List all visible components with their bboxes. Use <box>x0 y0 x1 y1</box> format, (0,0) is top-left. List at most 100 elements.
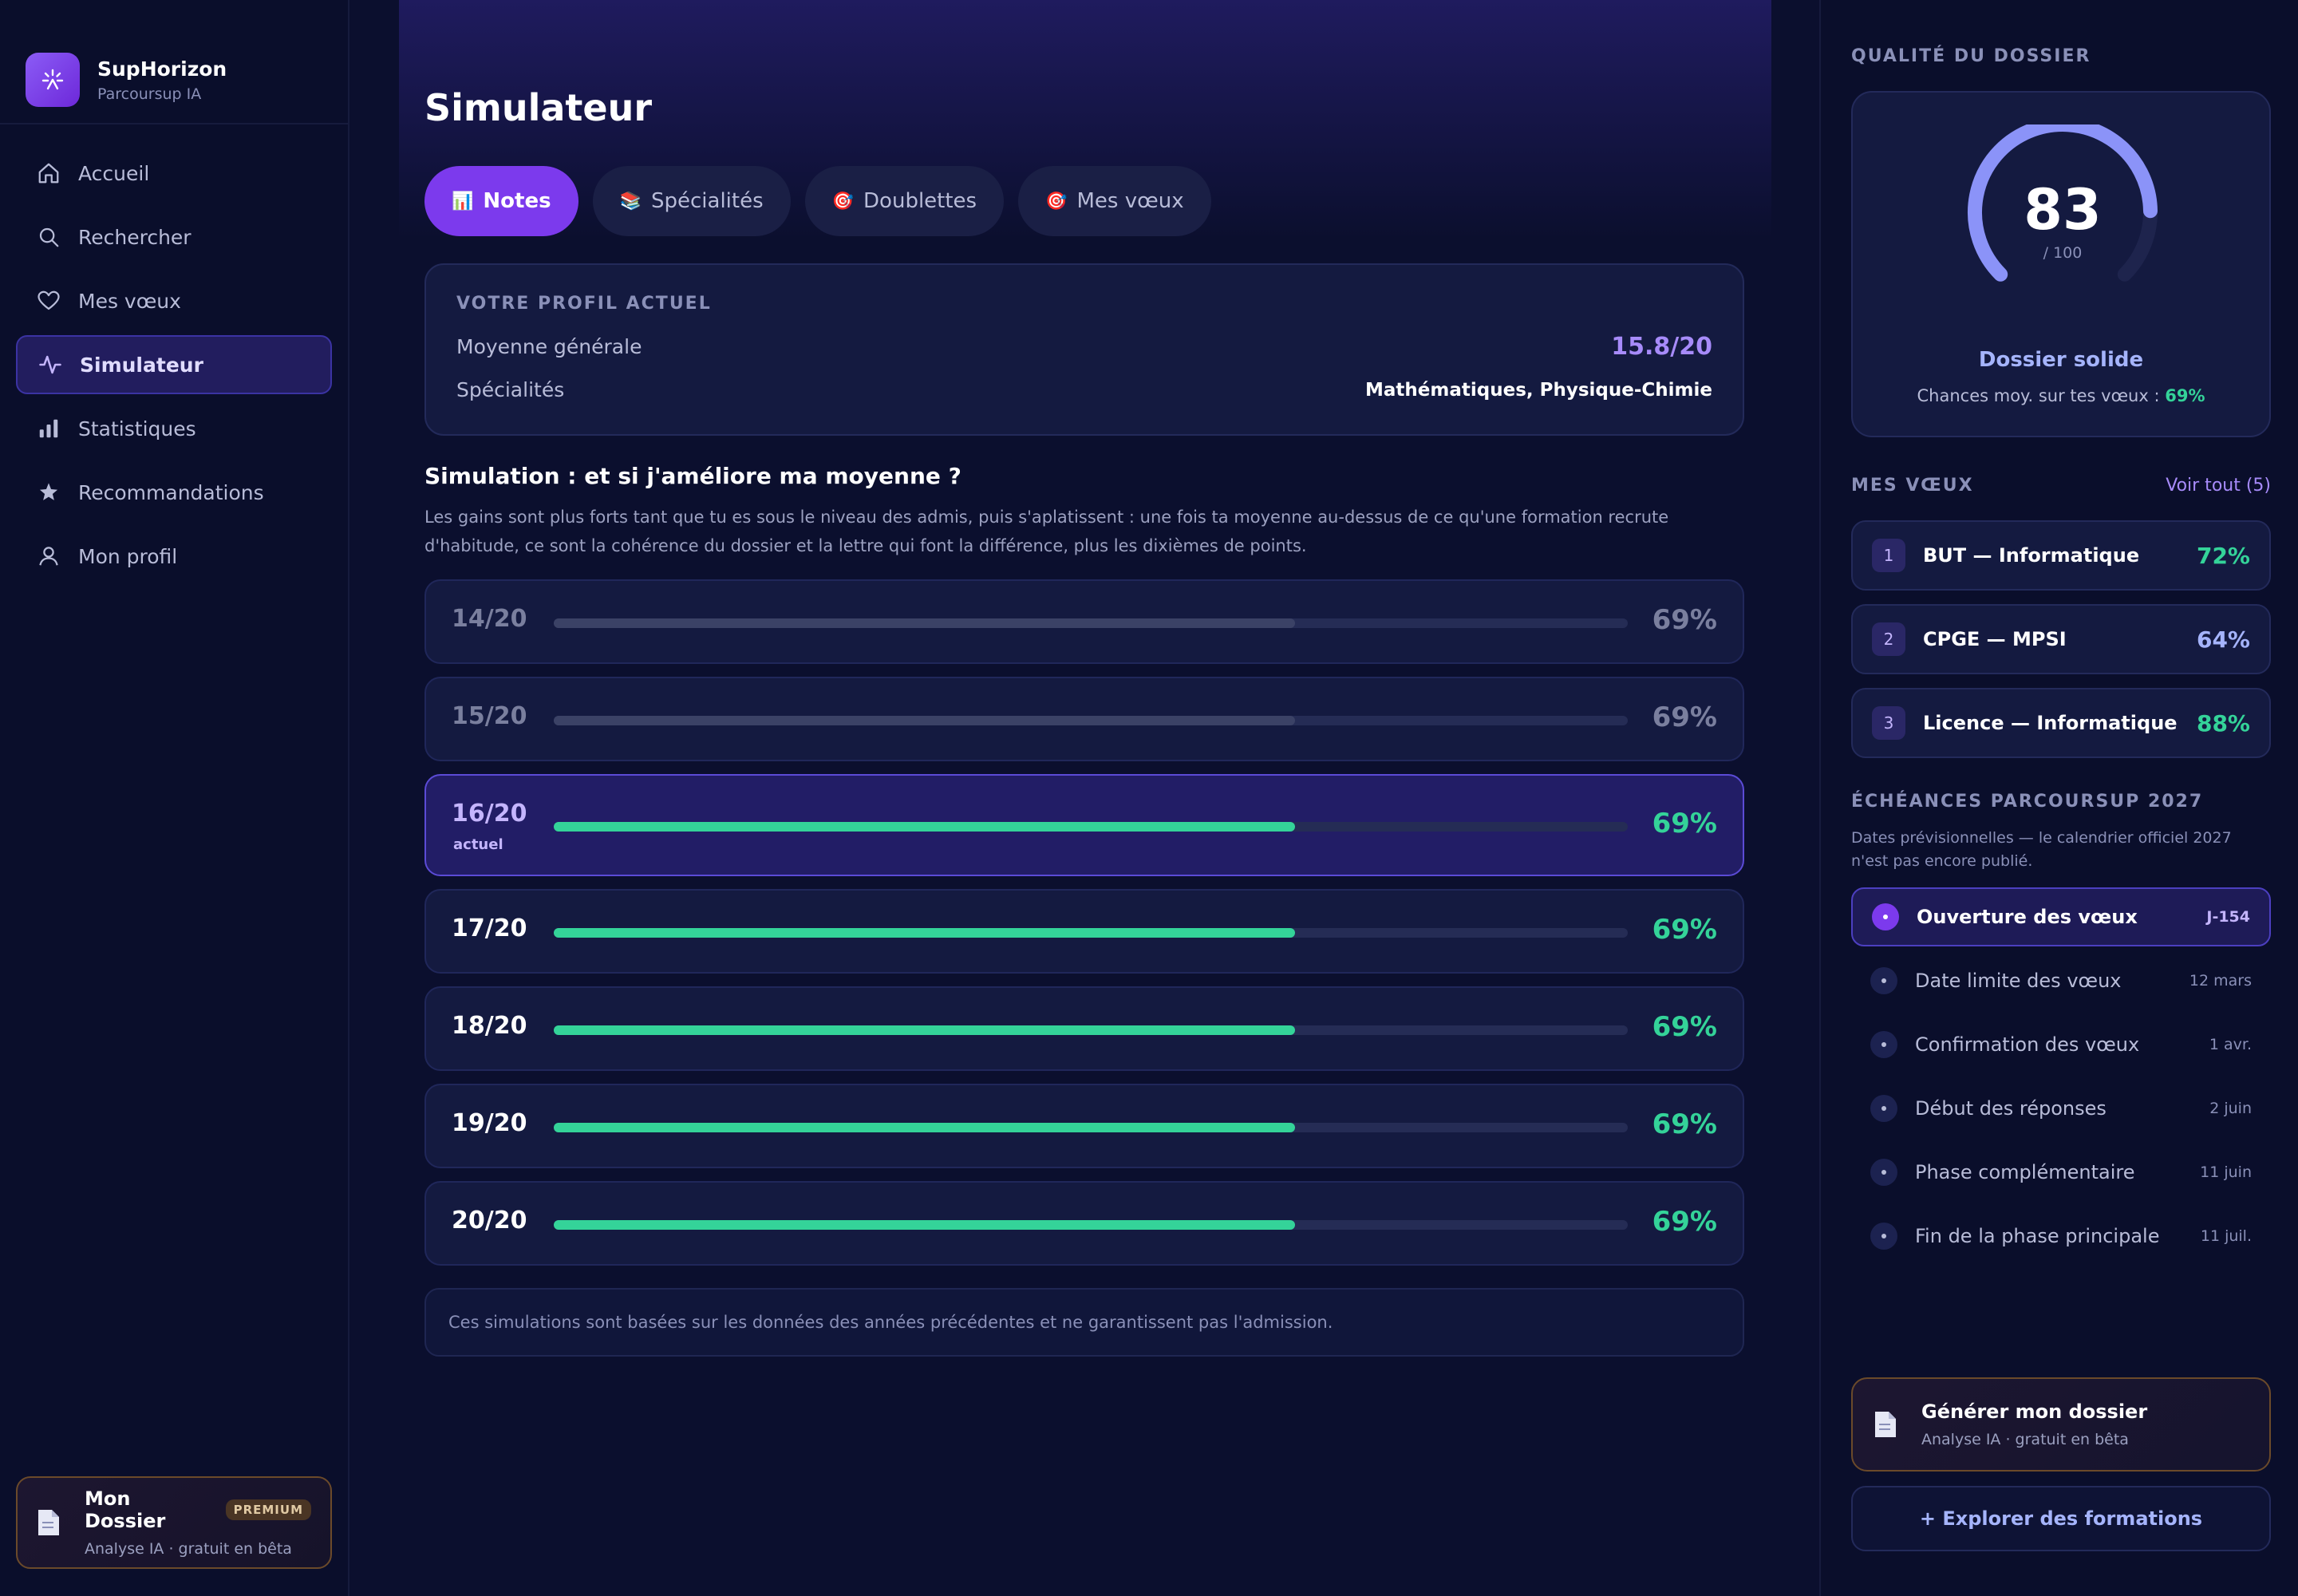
brand[interactable]: SupHorizon Parcoursup IA <box>0 0 348 124</box>
sidebar-item-simulateur[interactable]: Simulateur <box>16 335 332 394</box>
row-percent: 69% <box>1652 914 1717 946</box>
sidebar-item-mes-voeux[interactable]: Mes vœux <box>16 271 332 330</box>
row-grade: 16/20 <box>452 800 527 828</box>
star-icon <box>35 479 62 506</box>
main-content: Simulateur 📊 Notes 📚 Spécialités 🎯 Doubl… <box>349 0 1819 1596</box>
page-title: Simulateur <box>424 86 653 129</box>
simulation-row[interactable]: 18/20 69% <box>424 986 1744 1071</box>
voeu-name: CPGE — MPSI <box>1923 628 2067 650</box>
sidebar-item-label: Simulateur <box>80 353 203 377</box>
timeline-dot-icon <box>1870 967 1897 994</box>
progress-track <box>554 928 1628 938</box>
generate-title: Générer mon dossier <box>1921 1400 2148 1423</box>
voeu-item[interactable]: 2 CPGE — MPSI 64% <box>1851 604 2271 674</box>
sidebar-nav: Accueil Rechercher Mes vœux Simulateur S… <box>0 124 348 610</box>
echeance-item[interactable]: Confirmation des vœux 1 avr. <box>1851 1015 2271 1074</box>
row-percent: 69% <box>1652 1011 1717 1043</box>
progress-track <box>554 1220 1628 1230</box>
echeance-item[interactable]: Début des réponses 2 juin <box>1851 1079 2271 1138</box>
timeline-dot-icon <box>1872 903 1899 930</box>
progress-fill <box>554 1025 1295 1035</box>
quality-chances-label: Chances moy. sur tes vœux : <box>1917 386 2166 405</box>
voeu-item[interactable]: 3 Licence — Informatique 88% <box>1851 688 2271 758</box>
echeances-note: Dates prévisionnelles — le calendrier of… <box>1851 829 2232 870</box>
target-emoji-icon: 🎯 <box>831 191 855 211</box>
simulation-row[interactable]: 19/20 69% <box>424 1084 1744 1168</box>
quality-score-max: / 100 <box>2043 244 2083 262</box>
brand-name: SupHorizon <box>97 57 227 81</box>
specialties-label: Spécialités <box>456 378 565 401</box>
echeance-name: Confirmation des vœux <box>1915 1033 2140 1056</box>
voeux-header: MES VŒUX Voir tout (5) <box>1851 476 2271 496</box>
timeline-dot-icon <box>1870 1095 1897 1122</box>
echeance-date: J-154 <box>2206 908 2250 926</box>
sidebar: SupHorizon Parcoursup IA Accueil Recherc… <box>0 0 349 1596</box>
progress-track <box>554 822 1628 832</box>
generate-subtitle: Analyse IA · gratuit en bêta <box>1921 1431 2129 1448</box>
sidebar-item-recommandations[interactable]: Recommandations <box>16 463 332 522</box>
row-percent: 69% <box>1652 1206 1717 1238</box>
voeu-item[interactable]: 1 BUT — Informatique 72% <box>1851 520 2271 591</box>
tab-label: Doublettes <box>863 189 977 213</box>
echeance-item[interactable]: Fin de la phase principale 11 juil. <box>1851 1207 2271 1266</box>
document-icon <box>37 1508 61 1537</box>
tab-specialites[interactable]: 📚 Spécialités <box>592 166 791 236</box>
tab-notes[interactable]: 📊 Notes <box>424 166 578 236</box>
sidebar-item-rechercher[interactable]: Rechercher <box>16 207 332 267</box>
row-current-note: actuel <box>453 836 503 853</box>
heart-icon <box>35 287 62 314</box>
quality-status: Dossier solide <box>1978 348 2144 372</box>
progress-track <box>554 1123 1628 1132</box>
sidebar-item-accueil[interactable]: Accueil <box>16 144 332 203</box>
brand-logo-icon <box>26 53 80 107</box>
sidebar-item-statistiques[interactable]: Statistiques <box>16 399 332 458</box>
explore-formations-button[interactable]: + Explorer des formations <box>1851 1486 2271 1551</box>
voeu-rank: 2 <box>1872 622 1905 656</box>
average-label: Moyenne générale <box>456 335 642 358</box>
generate-dossier-card[interactable]: Générer mon dossier Analyse IA · gratuit… <box>1851 1377 2271 1472</box>
simulation-row[interactable]: 16/20 actuel 69% <box>424 774 1744 876</box>
sidebar-item-label: Rechercher <box>78 225 192 249</box>
echeances-label: ÉCHÉANCES PARCOURSUP 2027 <box>1851 792 2204 812</box>
progress-track <box>554 618 1628 628</box>
row-percent: 69% <box>1652 701 1717 733</box>
progress-fill <box>554 928 1295 938</box>
quality-label: QUALITÉ DU DOSSIER <box>1851 46 2091 66</box>
tab-mes-voeux[interactable]: 🎯 Mes vœux <box>1018 166 1211 236</box>
pulse-icon <box>37 351 64 378</box>
echeance-date: 11 juil. <box>2200 1227 2252 1245</box>
right-panel: QUALITÉ DU DOSSIER 83 / 100 Dossier soli… <box>1819 0 2298 1596</box>
progress-fill <box>554 716 1295 725</box>
echeance-item[interactable]: Date limite des vœux 12 mars <box>1851 951 2271 1010</box>
simulation-row[interactable]: 20/20 69% <box>424 1181 1744 1266</box>
echeance-item[interactable]: Phase complémentaire 11 juin <box>1851 1143 2271 1202</box>
books-emoji-icon: 📚 <box>619 191 642 211</box>
sidebar-item-label: Mon profil <box>78 544 178 568</box>
simulation-row[interactable]: 15/20 69% <box>424 677 1744 761</box>
simulation-row[interactable]: 14/20 69% <box>424 579 1744 664</box>
simulator-tabs: 📊 Notes 📚 Spécialités 🎯 Doublettes 🎯 Mes… <box>424 166 1211 236</box>
document-icon <box>1874 1410 1897 1439</box>
average-row: Moyenne générale 15.8/20 <box>456 333 1712 361</box>
profile-section-label: VOTRE PROFIL ACTUEL <box>456 294 712 314</box>
row-grade: 14/20 <box>452 605 527 633</box>
mon-dossier-title: Mon Dossier PREMIUM <box>85 1487 311 1532</box>
average-value: 15.8/20 <box>1611 333 1712 361</box>
quality-chances-value: 69% <box>2165 386 2205 405</box>
echeance-item[interactable]: Ouverture des vœux J-154 <box>1851 887 2271 946</box>
tab-doublettes[interactable]: 🎯 Doublettes <box>804 166 1005 236</box>
mon-dossier-card[interactable]: Mon Dossier PREMIUM Analyse IA · gratuit… <box>16 1476 332 1569</box>
premium-badge: PREMIUM <box>225 1499 311 1520</box>
voeu-name: BUT — Informatique <box>1923 544 2140 567</box>
sidebar-item-mon-profil[interactable]: Mon profil <box>16 527 332 586</box>
echeance-date: 11 juin <box>2200 1163 2252 1181</box>
echeance-name: Date limite des vœux <box>1915 970 2122 992</box>
progress-fill <box>554 1123 1295 1132</box>
row-percent: 69% <box>1652 808 1717 839</box>
echeance-name: Fin de la phase principale <box>1915 1225 2160 1247</box>
quality-gauge: 83 / 100 <box>1959 117 2166 300</box>
timeline-dot-icon <box>1870 1031 1897 1058</box>
simulation-row[interactable]: 17/20 69% <box>424 889 1744 974</box>
see-all-link[interactable]: Voir tout (5) <box>2166 476 2271 496</box>
bar-chart-icon <box>35 415 62 442</box>
